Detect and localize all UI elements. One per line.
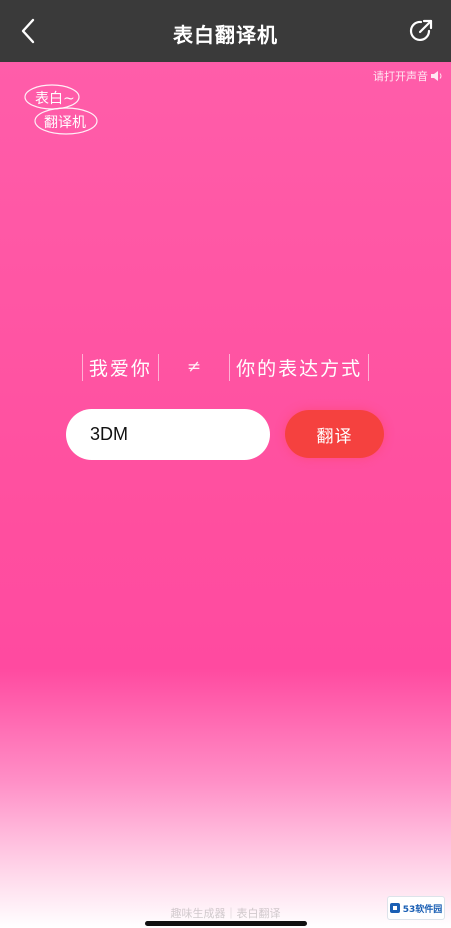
- name-input[interactable]: [88, 423, 248, 446]
- watermark-logo-icon: [389, 903, 400, 913]
- home-indicator[interactable]: [145, 921, 307, 926]
- slogan-left-phrase: 我爱你: [81, 353, 159, 381]
- footer-note: 趣味生成器｜表白翻译: [170, 907, 281, 920]
- speaker-icon: [431, 71, 442, 81]
- logo-line-2: 翻译机: [44, 115, 86, 131]
- watermark-badge: 53软件园: [387, 896, 445, 920]
- page-title: 表白翻译机: [173, 23, 278, 47]
- not-equal-sign: ≠: [186, 357, 202, 377]
- slogan-right-phrase: 你的表达方式: [229, 353, 370, 381]
- slogan-equation: 我爱你 ≠ 你的表达方式: [0, 350, 451, 384]
- share-arrow-icon: [409, 19, 433, 42]
- name-input-container: [66, 409, 270, 460]
- share-button[interactable]: [407, 17, 435, 45]
- sound-toggle-label: 请打开声音: [373, 70, 428, 83]
- translate-button[interactable]: 翻译: [285, 410, 384, 458]
- app-logo: 表白~ 翻译机: [22, 80, 102, 140]
- top-nav-bar: 表白翻译机: [0, 0, 451, 62]
- watermark-text: 53软件园: [402, 904, 443, 915]
- app-screen: 表白翻译机 表白~ 翻译机 请打开声音 我爱你 ≠ 你的表达方式 3DM 翻译 …: [0, 0, 451, 928]
- sound-toggle[interactable]: 请打开声音: [373, 68, 443, 84]
- logo-graphic: 表白~ 翻译机: [24, 84, 98, 135]
- logo-line-1: 表白~: [35, 91, 75, 107]
